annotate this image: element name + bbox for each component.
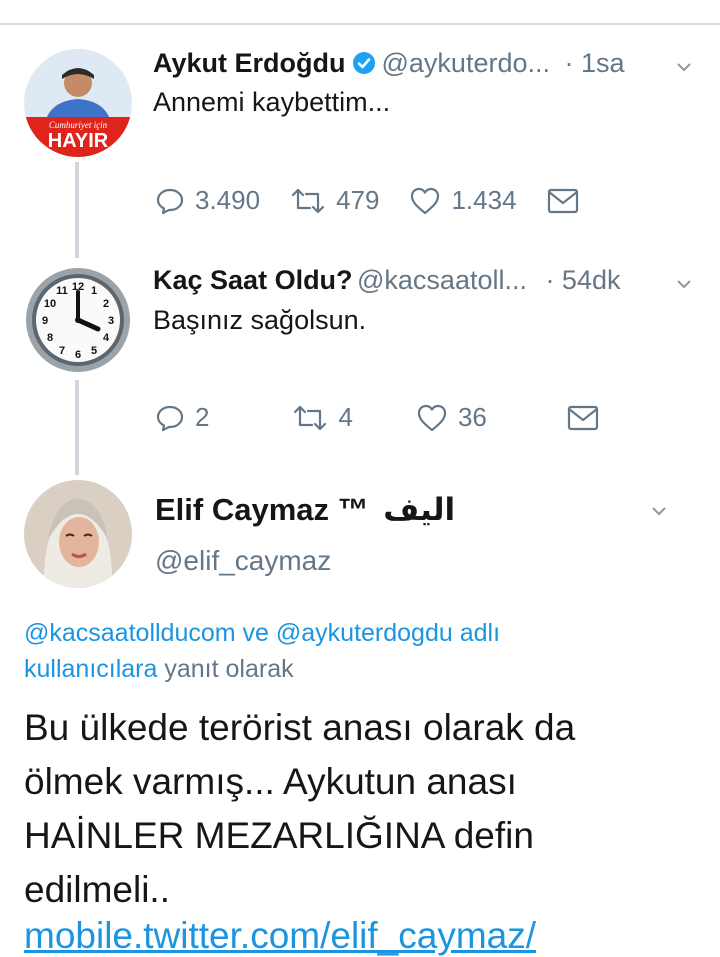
tweet-text-line: edilmeli.. bbox=[24, 869, 170, 910]
chevron-down-icon[interactable] bbox=[677, 277, 691, 291]
svg-text:3: 3 bbox=[108, 315, 114, 327]
like-button[interactable]: 1.434 bbox=[409, 185, 517, 216]
handle[interactable]: @kacsaatoll... bbox=[357, 265, 527, 295]
tweet-text: Başınız sağolsun. bbox=[153, 305, 367, 335]
chevron-down-icon[interactable] bbox=[652, 504, 666, 518]
tweet-link[interactable]: mobile.twitter.com/elif_caymaz/ bbox=[24, 915, 536, 957]
display-name[interactable]: Kaç Saat Oldu? bbox=[153, 265, 353, 295]
thread-line bbox=[75, 380, 79, 475]
thread-line bbox=[75, 162, 79, 258]
handle[interactable]: @elif_caymaz bbox=[155, 545, 331, 577]
tweet-actions: 2 4 36 bbox=[155, 402, 629, 433]
avatar[interactable]: Cumhuriyet için HAYIR bbox=[24, 49, 132, 157]
handle[interactable]: @aykuterdo... bbox=[382, 48, 551, 78]
reply-count: 3.490 bbox=[195, 185, 261, 215]
svg-text:6: 6 bbox=[75, 349, 81, 361]
author-name[interactable]: Elif Caymaz ™ اليف bbox=[155, 492, 455, 528]
svg-text:1: 1 bbox=[91, 285, 97, 297]
svg-text:9: 9 bbox=[42, 315, 48, 327]
tweet-text-line: HAİNLER MEZARLIĞINA defin bbox=[24, 815, 534, 856]
heart-icon bbox=[417, 404, 447, 431]
like-count: 1.434 bbox=[451, 185, 517, 215]
retweet-count: 4 bbox=[338, 402, 353, 432]
svg-text:2: 2 bbox=[103, 298, 109, 310]
mention-links[interactable]: @kacsaatollducom ve @aykuterdogdu adlı bbox=[24, 619, 500, 647]
tweet-text-line: ölmek varmış... Aykutun anası bbox=[24, 761, 517, 802]
mention-link-users[interactable]: kullanıcılara bbox=[24, 655, 157, 683]
avatar-caption: Cumhuriyet için bbox=[48, 120, 108, 130]
retweet-icon bbox=[291, 188, 325, 213]
reply-icon bbox=[156, 405, 184, 431]
message-button[interactable] bbox=[567, 404, 599, 432]
svg-text:10: 10 bbox=[44, 298, 56, 310]
reply-count: 2 bbox=[195, 402, 210, 432]
timestamp[interactable]: · 1sa bbox=[564, 48, 624, 78]
display-name[interactable]: Aykut Erdoğdu bbox=[153, 48, 346, 78]
svg-text:8: 8 bbox=[47, 332, 53, 344]
chevron-down-icon[interactable] bbox=[677, 60, 691, 74]
message-button[interactable] bbox=[547, 187, 579, 215]
svg-text:5: 5 bbox=[91, 345, 97, 357]
tweet-actions: 3.490 479 1.434 bbox=[155, 185, 609, 216]
retweet-count: 479 bbox=[336, 185, 380, 215]
reply-context: @kacsaatollducom ve @aykuterdogdu adlı bbox=[24, 619, 500, 648]
reply-context: kullanıcılara yanıt olarak bbox=[24, 655, 294, 684]
svg-text:7: 7 bbox=[59, 345, 65, 357]
retweet-button[interactable]: 4 bbox=[292, 402, 353, 433]
display-name: Elif Caymaz ™ bbox=[155, 492, 369, 527]
tweet-header: Kaç Saat Oldu? @kacsaatoll... · 54dk bbox=[153, 265, 620, 296]
svg-text:11: 11 bbox=[56, 285, 68, 297]
reply-button[interactable]: 3.490 bbox=[155, 185, 260, 216]
timestamp[interactable]: · 54dk bbox=[545, 265, 620, 295]
avatar[interactable] bbox=[24, 480, 132, 588]
mail-icon bbox=[547, 188, 578, 213]
avatar-caption-bold: HAYIR bbox=[47, 130, 109, 152]
like-button[interactable]: 36 bbox=[416, 402, 487, 433]
heart-icon bbox=[411, 187, 440, 214]
top-divider bbox=[0, 0, 720, 25]
reply-button[interactable]: 2 bbox=[155, 402, 209, 433]
like-count: 36 bbox=[457, 402, 487, 432]
avatar[interactable]: 12 1 2 3 4 5 6 7 8 9 10 11 bbox=[24, 266, 132, 374]
retweet-icon bbox=[294, 405, 327, 430]
svg-text:4: 4 bbox=[103, 332, 110, 344]
retweet-button[interactable]: 479 bbox=[290, 185, 379, 216]
display-name-arabic: اليف bbox=[383, 492, 456, 528]
verified-icon bbox=[352, 52, 375, 74]
tweet-text-line: Bu ülkede terörist anası olarak da bbox=[24, 707, 576, 748]
tweet-header: Aykut Erdoğdu @aykuterdo... · 1sa bbox=[153, 48, 624, 79]
mail-icon bbox=[567, 405, 598, 430]
reply-suffix: yanıt olarak bbox=[164, 655, 294, 683]
tweet-text: Annemi kaybettim... bbox=[153, 87, 391, 117]
reply-icon bbox=[156, 188, 184, 214]
